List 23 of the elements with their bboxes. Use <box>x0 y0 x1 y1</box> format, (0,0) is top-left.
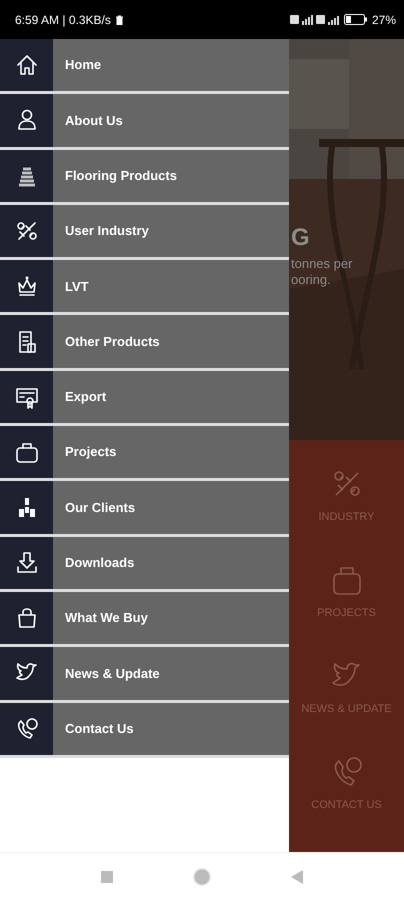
menu-item[interactable]: About Us <box>0 94 289 150</box>
menu-item[interactable]: Export <box>0 370 289 426</box>
signal-icon <box>290 14 340 25</box>
menu-item[interactable]: LVT <box>0 260 289 316</box>
menu-item[interactable]: What We Buy <box>0 592 289 648</box>
heading-text: G <box>291 224 310 253</box>
status-time: 6:59 AM | 0.3KB/s <box>15 12 111 28</box>
menu-item[interactable]: Downloads <box>0 536 289 592</box>
menu-item[interactable]: Projects <box>0 426 289 482</box>
menu-item[interactable]: Our Clients <box>0 481 289 537</box>
recent-apps-icon[interactable] <box>101 870 113 882</box>
menu-item[interactable]: Other Products <box>0 315 289 371</box>
menu-item[interactable]: Flooring Products <box>0 150 289 205</box>
battery-level: 27% <box>372 12 396 28</box>
menu-item[interactable]: News & Update <box>0 647 289 703</box>
back-icon[interactable] <box>291 870 303 884</box>
menu-item[interactable]: User Industry <box>0 204 289 260</box>
battery-icon <box>344 14 368 25</box>
menu-item[interactable]: Contact Us <box>0 702 289 758</box>
home-icon[interactable] <box>193 868 211 886</box>
trash-icon <box>114 14 124 24</box>
menu-item[interactable]: Home <box>0 39 289 94</box>
paragraph-text: tonnes per ooring. <box>291 256 352 288</box>
